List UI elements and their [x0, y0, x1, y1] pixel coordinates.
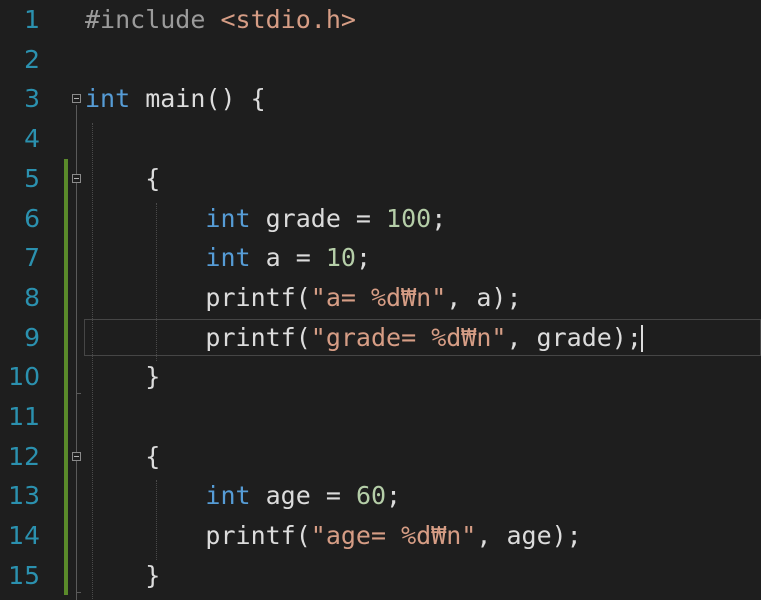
- code-token-pp: #include: [85, 5, 221, 34]
- indent-guide: [156, 202, 157, 362]
- indent-guide: [156, 480, 157, 560]
- code-token-plain: main() {: [130, 84, 266, 114]
- line-number: 4: [24, 124, 40, 154]
- code-line[interactable]: }: [85, 556, 160, 596]
- line-number: 8: [24, 282, 40, 312]
- code-line[interactable]: printf("a= %d₩n", a);: [85, 278, 522, 318]
- line-number: 3: [24, 84, 40, 114]
- line-number-gutter: 1 2 3 4 5 6 7 8 9 10 11 12 13 14 15: [0, 0, 60, 600]
- code-line[interactable]: printf("age= %d₩n", age);: [85, 516, 582, 556]
- line-number: 1: [24, 5, 40, 34]
- line-number: 6: [24, 203, 40, 233]
- fold-toggle-icon[interactable]: [72, 173, 81, 183]
- code-token-plain: }: [85, 362, 161, 392]
- code-token-kw: int: [85, 84, 131, 114]
- code-token-plain: , age);: [476, 521, 582, 551]
- code-token-num: 10: [325, 243, 356, 273]
- text-cursor: [640, 324, 643, 353]
- code-line[interactable]: int main() {: [85, 79, 266, 119]
- code-token-plain: , a);: [446, 282, 522, 312]
- line-number: 10: [8, 362, 40, 392]
- code-token-plain: ;: [355, 243, 372, 273]
- line-number: 5: [24, 163, 40, 193]
- code-token-str: "age= %d₩n": [310, 521, 477, 551]
- line-number: 15: [8, 560, 40, 590]
- change-indicator-bar: [64, 158, 68, 596]
- code-token-plain: ;: [431, 203, 447, 233]
- code-token-kw: int: [205, 203, 251, 233]
- code-line[interactable]: }: [85, 357, 160, 397]
- code-token-kw: int: [205, 481, 251, 511]
- code-line[interactable]: int a = 10;: [85, 238, 371, 278]
- code-token-kw: int: [205, 243, 251, 273]
- line-number: 12: [8, 441, 40, 471]
- fold-toggle-icon[interactable]: [72, 94, 81, 104]
- code-token-plain: printf(: [85, 521, 311, 551]
- line-number: 9: [24, 322, 40, 352]
- code-token-plain: a =: [250, 243, 326, 273]
- code-token-plain: age =: [250, 481, 356, 511]
- code-line[interactable]: int age = 60;: [85, 476, 401, 516]
- code-token-num: 100: [386, 203, 432, 233]
- fold-region-end: [76, 393, 81, 394]
- code-line[interactable]: #include <stdio.h>: [85, 0, 356, 40]
- fold-region-end: [76, 591, 81, 593]
- code-token-plain: ;: [386, 481, 402, 511]
- code-token-num: 60: [355, 481, 387, 511]
- code-editor[interactable]: 1 2 3 4 5 6 7 8 9 10 11 12 13 14 15 #include <stdio.h>…: [0, 0, 761, 600]
- line-number: 13: [8, 481, 40, 511]
- code-token-plain: printf(: [85, 282, 311, 312]
- line-number: 14: [8, 521, 40, 551]
- line-number: 2: [24, 44, 40, 74]
- fold-toggle-icon[interactable]: [72, 451, 81, 461]
- code-token-plain: {: [85, 163, 161, 193]
- code-token-plain: {: [85, 441, 161, 471]
- code-token-plain: }: [85, 560, 161, 590]
- current-line-highlight: [84, 318, 761, 357]
- line-number: 7: [24, 243, 40, 273]
- line-number: 11: [8, 402, 40, 431]
- code-line[interactable]: {: [85, 437, 160, 477]
- code-token-plain: grade =: [250, 203, 387, 233]
- code-token-str: "a= %d₩n": [310, 282, 447, 312]
- indent-guide: [92, 123, 93, 600]
- code-line[interactable]: int grade = 100;: [85, 199, 446, 239]
- code-line[interactable]: {: [85, 159, 160, 199]
- code-token-inc: <stdio.h>: [220, 5, 356, 34]
